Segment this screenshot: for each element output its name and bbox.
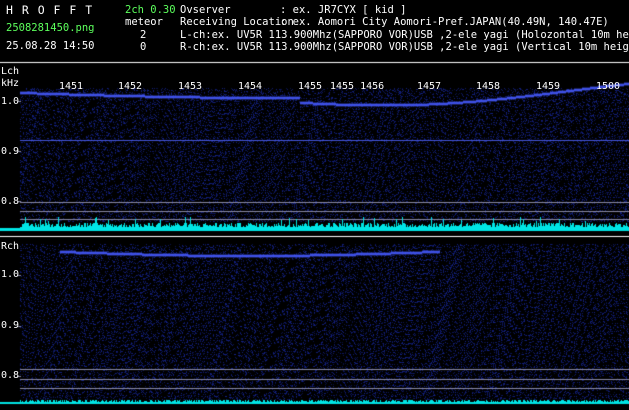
rch-description: R-ch:ex. UV5R 113.900Mhz(SAPPORO VOR)USB…	[180, 41, 629, 53]
time-tick: 1500	[596, 81, 621, 92]
meteor-label: meteor	[125, 16, 163, 28]
spectrogram-canvas	[0, 0, 629, 410]
location-value: : ex. Aomori City Aomori-Pref.JAPAN(40.4…	[280, 16, 609, 28]
observer-label: Ovserver	[180, 4, 231, 16]
observer-value: : ex. JR7CYX [ kid ]	[280, 4, 407, 16]
location-label: Receiving Location	[180, 16, 294, 28]
lch-freq-label: 0.8	[1, 196, 20, 207]
rch-meteor-count: 0	[140, 41, 147, 53]
lch-meteor-count: 2	[140, 29, 147, 41]
time-tick: 1451	[59, 81, 84, 92]
rch-freq-label: 1.0	[1, 269, 20, 280]
rch-freq-label: 0.9	[1, 320, 20, 331]
time-tick: 1452	[118, 81, 143, 92]
lch-channel-label: Lch	[1, 66, 20, 77]
time-tick: 1455	[298, 81, 323, 92]
time-tick: 1454	[238, 81, 263, 92]
filename-label: 2508281450.png	[6, 22, 95, 34]
rch-channel-label: Rch	[1, 241, 20, 252]
rch-freq-label: 0.8	[1, 370, 20, 381]
time-tick: 1459	[536, 81, 561, 92]
time-tick: 1455 1456	[330, 81, 385, 92]
khz-unit-label: kHz	[1, 78, 20, 89]
lch-description: L-ch:ex. UV5R 113.900Mhz(SAPPORO VOR)USB…	[180, 29, 629, 41]
time-tick: 1453	[178, 81, 203, 92]
time-tick: 1458	[476, 81, 501, 92]
lch-freq-label: 0.9	[1, 146, 20, 157]
app-title: H R O F F T	[6, 3, 94, 17]
channel-info: 2ch 0.30	[125, 4, 176, 16]
datetime-label: 25.08.28 14:50	[6, 40, 95, 52]
time-tick: 1457	[417, 81, 442, 92]
lch-freq-label: 1.0	[1, 96, 20, 107]
